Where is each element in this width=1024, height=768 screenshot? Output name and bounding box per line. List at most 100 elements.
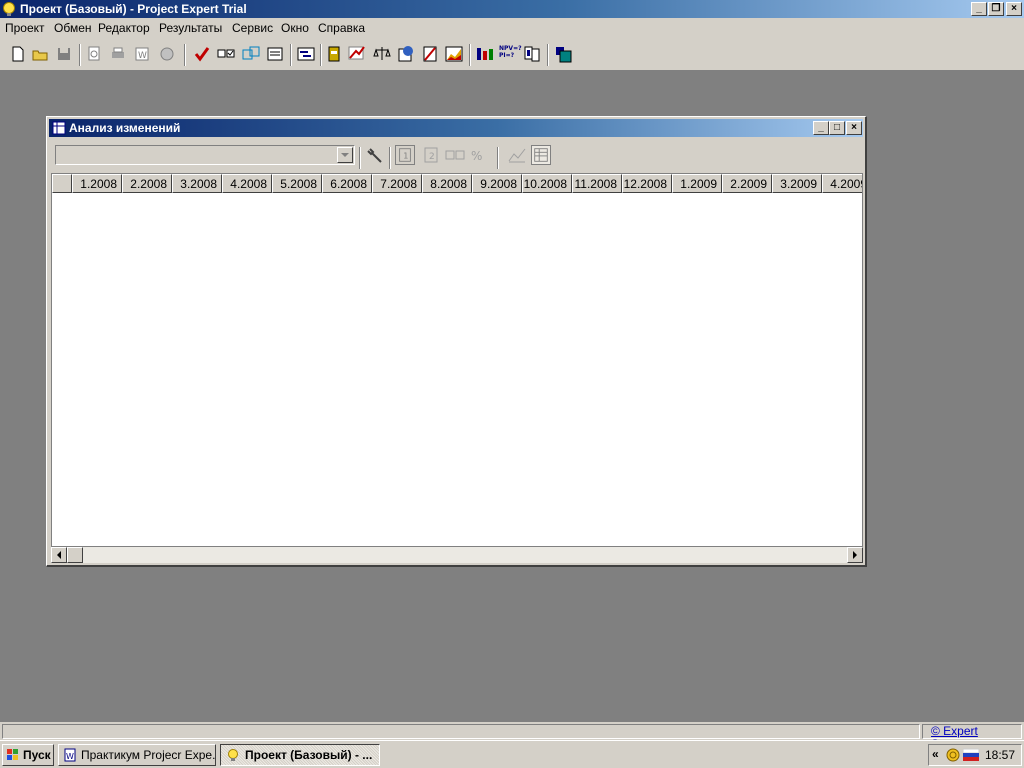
difference-icon[interactable] [445,145,465,165]
analysis-grid[interactable]: 1.2008 2.2008 3.2008 4.2008 5.2008 6.200… [51,173,863,547]
grid-corner-cell [52,174,72,193]
wrench-icon[interactable] [365,145,385,165]
column-header[interactable]: 4.2009 [822,174,862,193]
variant-2-icon[interactable]: 2 [421,145,441,165]
check-icon[interactable] [193,45,211,63]
column-header[interactable]: 12.2008 [622,174,672,193]
taskbar: Пуск W Практикум Projecr Expe... Проект … [0,740,1024,768]
child-close-icon[interactable]: × [846,121,862,135]
windows-logo-icon [7,749,18,760]
toolbar-separator [79,44,81,66]
toolbar-separator [547,44,549,66]
cashflow-chart-icon[interactable] [348,45,366,63]
schedule-icon[interactable] [297,45,315,63]
app-title: Проект (Базовый) - Project Expert Trial [20,2,247,16]
toolbar-separator [359,147,361,169]
variant-1-icon[interactable]: 1 [395,145,415,165]
grid-header: 1.2008 2.2008 3.2008 4.2008 5.2008 6.200… [52,174,862,193]
column-header[interactable]: 1.2009 [672,174,722,193]
column-header[interactable]: 11.2008 [572,174,622,193]
task-label: Проект (Базовый) - ... [245,748,373,762]
tray-app-icon[interactable] [946,748,960,762]
column-header[interactable]: 8.2008 [422,174,472,193]
menu-results[interactable]: Результаты [159,21,222,35]
app-title-bar[interactable]: Проект (Базовый) - Project Expert Trial … [0,0,1024,18]
word-export-icon[interactable]: W [133,45,151,63]
print-icon[interactable] [109,45,127,63]
chevron-down-icon[interactable] [337,147,353,163]
table-window-icon [52,121,66,135]
column-header[interactable]: 2.2009 [722,174,772,193]
scroll-thumb[interactable] [67,547,83,563]
task-label: Практикум Projecr Expe... [81,748,216,762]
column-header[interactable]: 3.2009 [772,174,822,193]
svg-text:2: 2 [429,152,435,162]
russian-flag-icon[interactable] [963,748,979,762]
column-header[interactable]: 5.2008 [272,174,322,193]
scales-icon[interactable] [373,45,391,63]
tray-chevron[interactable]: « [932,747,939,761]
child-maximize-icon[interactable]: □ [829,121,845,135]
menu-project[interactable]: Проект [5,21,45,35]
menu-window[interactable]: Окно [281,21,309,35]
lightbulb-icon [228,749,238,761]
toolbar-separator [184,44,186,66]
parameter-combo[interactable] [55,145,355,165]
column-header[interactable]: 10.2008 [522,174,572,193]
toolbar-separator [469,44,471,66]
column-header[interactable]: 7.2008 [372,174,422,193]
notes-icon[interactable] [266,45,284,63]
main-toolbar: W NPV=? PI=? [0,38,1024,71]
table-view-icon[interactable] [531,145,551,165]
system-tray: « 18:57 [928,744,1022,766]
scroll-right-icon[interactable] [847,547,863,563]
column-header[interactable]: 9.2008 [472,174,522,193]
app-bulb-icon [3,2,15,16]
task-button-project[interactable]: Проект (Базовый) - ... [220,744,380,766]
save-icon[interactable] [55,45,73,63]
restore-icon[interactable]: ❐ [988,2,1004,16]
start-button[interactable]: Пуск [2,744,54,766]
minimize-icon[interactable]: _ [971,2,987,16]
column-header[interactable]: 1.2008 [72,174,122,193]
scroll-left-icon[interactable] [51,547,67,563]
analysis-window: Анализ изменений _ □ × 1 2 % 1.2008 2.20… [46,116,867,567]
task-button-practicum[interactable]: W Практикум Projecr Expe... [58,744,216,766]
close-icon[interactable]: × [1006,2,1022,16]
analysis-window-title-bar[interactable]: Анализ изменений _ □ × [49,119,863,137]
open-folder-icon[interactable] [31,45,49,63]
toolbar-separator [389,147,391,169]
analysis-toolbar: 1 2 % [51,141,861,169]
column-header[interactable]: 2.2008 [122,174,172,193]
table-icon[interactable] [476,45,494,63]
compare-icon[interactable] [523,45,541,63]
menu-help[interactable]: Справка [318,21,365,35]
menu-service[interactable]: Сервис [232,21,273,35]
menu-exchange[interactable]: Обмен [54,21,92,35]
horizontal-scrollbar[interactable] [51,547,863,563]
expert-systems-link[interactable]: © Expert Systems [922,724,1022,751]
column-header[interactable]: 3.2008 [172,174,222,193]
chart-view-icon[interactable] [507,145,527,165]
column-header[interactable]: 6.2008 [322,174,372,193]
npv-pi-icon[interactable]: NPV=? PI=? [499,45,522,63]
preview-icon[interactable] [85,45,103,63]
menu-bar: Проект Обмен Редактор Результаты Сервис … [0,18,1024,38]
web-icon[interactable] [158,45,176,63]
analysis-window-title: Анализ изменений [69,121,181,135]
status-bar: © Expert Systems [0,722,1024,751]
report-icon[interactable] [421,45,439,63]
budget-icon[interactable] [325,45,343,63]
calculator-icon[interactable] [554,45,572,63]
refresh-icon[interactable] [242,45,260,63]
child-minimize-icon[interactable]: _ [813,121,829,135]
percent-icon[interactable]: % [469,145,489,165]
globe-icon[interactable] [397,45,415,63]
column-header[interactable]: 4.2008 [222,174,272,193]
checkbox-icon[interactable] [217,45,235,63]
menu-editor[interactable]: Редактор [98,21,150,35]
npv-label: NPV=? [499,45,522,52]
new-file-icon[interactable] [9,45,27,63]
svg-text:W: W [66,752,74,761]
area-chart-icon[interactable] [445,45,463,63]
